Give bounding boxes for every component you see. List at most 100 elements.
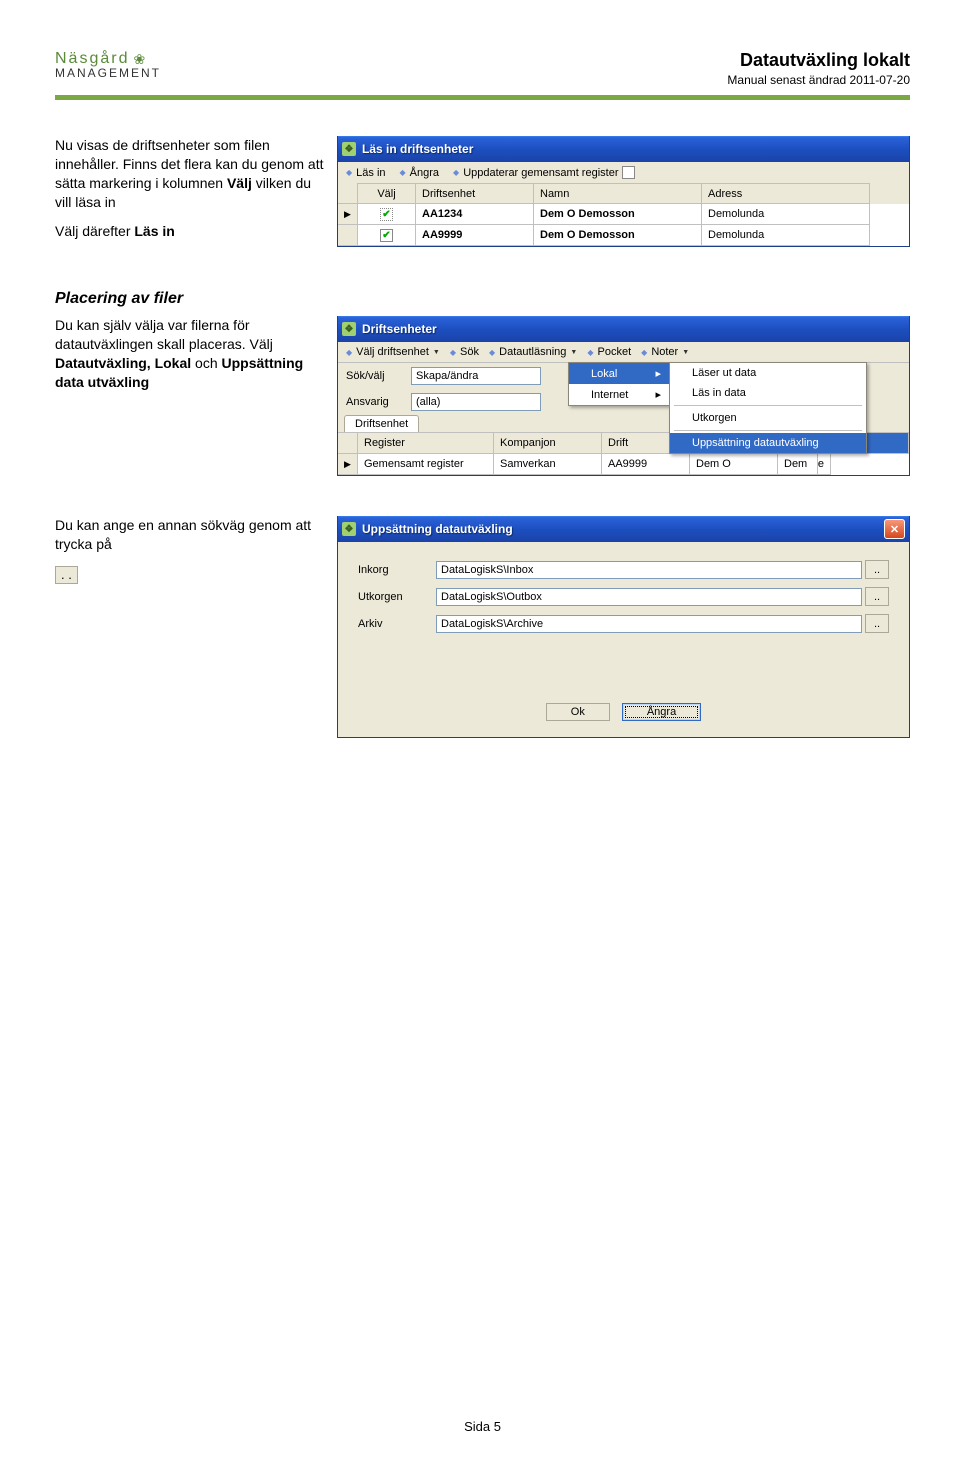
trail-cell: e [818,454,831,475]
row-indicator-head [338,183,358,204]
tb-datautlasning[interactable]: ◆Datautläsning ▼ [489,346,577,358]
browse-button[interactable]: .. [865,587,889,606]
chevron-right-icon: ▸ [655,388,661,401]
col-register[interactable]: Register [358,433,494,454]
app-icon: ❖ [342,142,356,156]
win1-toolbar: ◆Läs in ◆Ångra ◆Uppdaterar gemensamt reg… [338,162,909,183]
tb-noter[interactable]: ◆Noter ▼ [641,346,689,358]
browse-button[interactable]: .. [865,560,889,579]
namn-cell: Dem O Demosson [534,225,702,246]
col-valj[interactable]: Välj [358,183,416,204]
section-1-screenshot: ❖ Läs in driftsenheter ◆Läs in ◆Ångra ◆U… [337,136,910,247]
checkbox-icon[interactable]: ✔ [380,229,393,242]
section-2-screenshot: ❖ Driftsenheter ◆ Välj driftsenhet ▼ ◆Sök… [337,316,910,476]
section-2: Du kan själv välja var filerna för datau… [55,316,910,476]
menu-separator [674,430,862,431]
tb-angra-label: Ångra [410,167,439,179]
app-icon: ❖ [342,322,356,336]
row-indicator [338,225,358,246]
close-button[interactable]: ✕ [884,519,905,539]
namn-cell: Dem O [690,454,778,475]
namn-cell: Dem O Demosson [534,204,702,225]
section-2-text: Du kan själv välja var filerna för datau… [55,316,325,402]
col-namn[interactable]: Namn [534,183,702,204]
diamond-icon: ◆ [346,168,352,177]
cancel-button[interactable]: Ångra [622,703,701,721]
extra-cell: Dem [778,454,818,475]
col-kompanjon[interactable]: Kompanjon [494,433,602,454]
ansvarig-label: Ansvarig [346,396,401,408]
arkiv-label: Arkiv [358,618,436,630]
header-divider [55,95,910,100]
diamond-icon: ◆ [450,348,456,357]
titlebar[interactable]: ❖ Uppsättning datautväxling ✕ [338,516,909,542]
titlebar[interactable]: ❖ Läs in driftsenheter [338,136,909,162]
app-icon: ❖ [342,522,356,536]
skapa-input[interactable]: Skapa/ändra [411,367,541,385]
diamond-icon: ◆ [346,348,352,357]
lbl: Noter [651,346,678,358]
section-1: Nu visas de driftsenheter som filen inne… [55,136,910,250]
table-row[interactable]: ▶ ✔ AA1234 Dem O Demosson Demolunda [338,204,909,225]
row-indicator-head [338,433,358,454]
diamond-icon: ◆ [489,348,495,357]
update-register-checkbox[interactable] [622,166,635,179]
menu-laser-ut-data[interactable]: Läser ut data [670,363,866,383]
diamond-icon: ◆ [400,168,406,177]
menu-lokal[interactable]: Lokal▸ [569,363,669,384]
s3-p1: Du kan ange en annan sökväg genom att tr… [55,516,325,554]
browse-button[interactable]: .. [865,614,889,633]
col-adress[interactable]: Adress [702,183,870,204]
drift-cell: AA9999 [602,454,690,475]
s2-p1c: och [191,355,221,371]
valj-cell[interactable]: ✔ [358,225,416,246]
ansvarig-input[interactable]: (alla) [411,393,541,411]
s1-p2b: Läs in [134,223,174,239]
checkbox-icon[interactable]: ✔ [380,208,393,221]
logo: Näsgård ❀ MANAGEMENT [55,50,161,80]
valj-cell[interactable]: ✔ [358,204,416,225]
adress-cell: Demolunda [702,204,870,225]
menu-utkorgen[interactable]: Utkorgen [670,408,866,428]
s2-p1b: Datautväxling, Lokal [55,355,191,371]
window-uppsattning-datautvaxling: ❖ Uppsättning datautväxling ✕ Inkorg Dat… [337,516,910,738]
tb-upd-label: Uppdaterar gemensamt register [463,167,618,179]
page-header: Näsgård ❀ MANAGEMENT Datautväxling lokal… [55,50,910,87]
table-row[interactable]: ▶ Gemensamt register Samverkan AA9999 De… [338,454,909,475]
drift-cell: AA9999 [416,225,534,246]
menu-las-in-data[interactable]: Läs in data [670,383,866,403]
table-row[interactable]: ✔ AA9999 Dem O Demosson Demolunda [338,225,909,246]
lbl: Lokal [591,368,617,380]
tb-angra[interactable]: ◆ Ångra [400,167,440,179]
menu-uppsattning-datautvaxling[interactable]: Uppsättning datautväxling [670,433,866,453]
lbl: Datautläsning [499,346,566,358]
close-icon: ✕ [890,523,899,536]
chevron-down-icon: ▼ [433,349,440,356]
s2-p1: Du kan själv välja var filerna för datau… [55,317,273,352]
menu-internet[interactable]: Internet▸ [569,384,669,405]
win2-toolbar-1: ◆Välj driftsenhet ▼ ◆Sök ◆Datautläsning … [338,342,909,362]
s1-p2a: Välj därefter [55,223,134,239]
inkorg-input[interactable]: DataLogiskS\Inbox [436,561,862,579]
win1-grid: Välj Driftsenhet Namn Adress ▶ ✔ AA1234 … [338,183,909,246]
utkorgen-input[interactable]: DataLogiskS\Outbox [436,588,862,606]
doc-subtitle: Manual senast ändrad 2011-07-20 [727,73,910,87]
s1-p1b: Välj [227,175,252,191]
tb-update-register[interactable]: ◆Uppdaterar gemensamt register [453,166,635,179]
lbl: Drift [608,437,628,449]
lbl: Välj driftsenhet [356,346,429,358]
ansvarig-value: (alla) [416,396,440,408]
titlebar[interactable]: ❖ Driftsenheter [338,316,909,342]
arkiv-input[interactable]: DataLogiskS\Archive [436,615,862,633]
col-driftsenhet[interactable]: Driftsenhet [416,183,534,204]
tb-valj-driftsenhet[interactable]: ◆ Välj driftsenhet ▼ [346,346,440,358]
section-1-text: Nu visas de driftsenheter som filen inne… [55,136,325,250]
tb-sok[interactable]: ◆Sök [450,346,479,358]
tb-las-in[interactable]: ◆Läs in [346,167,386,179]
section-3: Du kan ange en annan sökväg genom att tr… [55,516,910,738]
win3-title: Uppsättning datautväxling [362,522,513,536]
lbl: Pocket [598,346,632,358]
tab-driftsenhet[interactable]: Driftsenhet [344,415,419,432]
tb-pocket[interactable]: ◆Pocket [587,346,631,358]
ok-button[interactable]: Ok [546,703,610,721]
